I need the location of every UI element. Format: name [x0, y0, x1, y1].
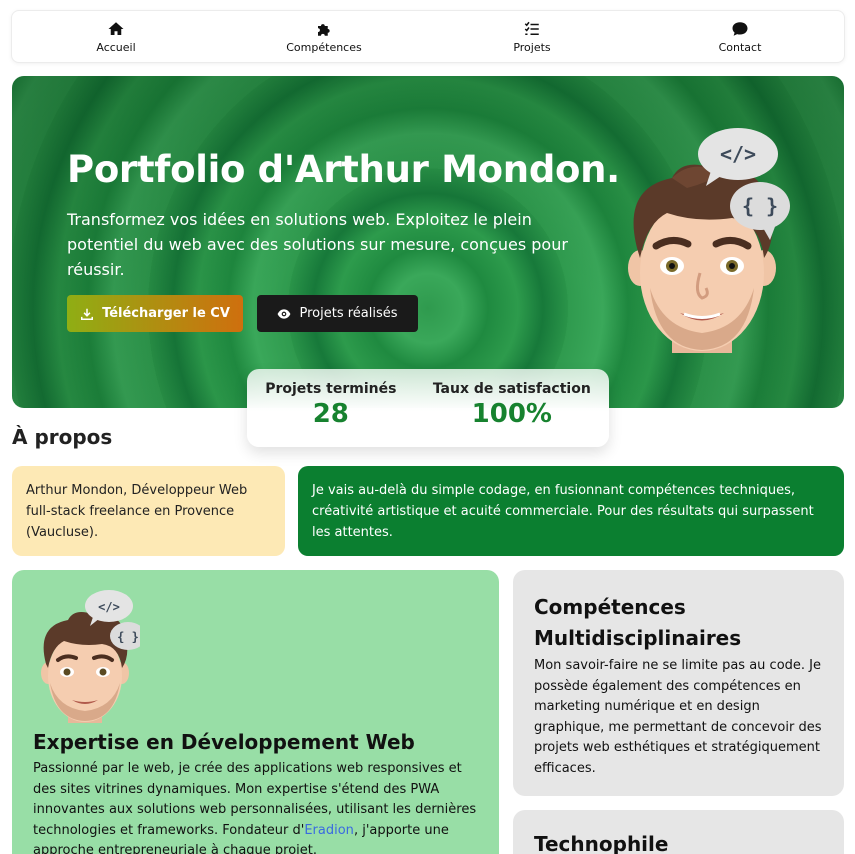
- stat-label: Projets terminés: [265, 381, 397, 397]
- expertise-text: Passionné par le web, je crée des applic…: [33, 759, 488, 854]
- home-icon: [108, 21, 124, 35]
- eye-icon: [278, 308, 291, 319]
- expertise-title: Expertise en Développement Web: [33, 730, 415, 754]
- competences-title: Compétences Multidisciplinaires: [534, 595, 742, 650]
- nav-item-projets[interactable]: Projets: [442, 20, 622, 54]
- stat-value: 100%: [471, 399, 552, 429]
- avatar: </> { }: [41, 590, 140, 723]
- download-cv-label: Télécharger le CV: [102, 306, 230, 321]
- about-intro-text: Arthur Mondon, Développeur Web full-stac…: [26, 483, 248, 540]
- stats-card: Projets terminés 28 Taux de satisfaction…: [247, 369, 609, 447]
- download-icon: [81, 308, 94, 320]
- nav-label: Accueil: [96, 40, 136, 54]
- braces-bubble-text: { }: [117, 630, 139, 644]
- list-check-icon: [524, 21, 539, 35]
- nav-item-competences[interactable]: Compétences: [234, 20, 414, 54]
- hero-subtitle: Transformez vos idées en solutions web. …: [67, 210, 568, 279]
- about-intro-card: Arthur Mondon, Développeur Web full-stac…: [12, 466, 285, 556]
- nav-item-accueil[interactable]: Accueil: [26, 20, 206, 54]
- projects-button[interactable]: Projets réalisés: [257, 295, 418, 332]
- technophile-title: Technophile: [534, 832, 669, 854]
- expertise-card: </> { } Expertise en Développement Web P…: [12, 570, 499, 854]
- top-nav: Accueil Compétences Projets Contact: [11, 10, 845, 63]
- competences-text: Mon savoir-faire ne se limite pas au cod…: [534, 658, 822, 776]
- stat-label: Taux de satisfaction: [432, 381, 591, 397]
- chat-bubble-icon: [732, 21, 748, 36]
- technophile-card: Technophile: [513, 810, 844, 854]
- nav-label: Contact: [718, 40, 762, 54]
- page-title: Portfolio d'Arthur Mondon.: [67, 148, 620, 191]
- about-pitch-text: Je vais au-delà du simple codage, en fus…: [312, 483, 814, 540]
- about-heading: À propos: [12, 425, 113, 449]
- stat-projects: Projets terminés 28: [265, 381, 396, 447]
- download-cv-button[interactable]: Télécharger le CV: [67, 295, 243, 332]
- puzzle-icon: [318, 23, 330, 36]
- stat-satisfaction: Taux de satisfaction 100%: [433, 381, 591, 447]
- braces-bubble-text: { }: [742, 194, 778, 218]
- nav-label: Projets: [513, 40, 551, 54]
- nav-item-contact[interactable]: Contact: [650, 20, 830, 54]
- avatar: </> { }: [628, 128, 790, 353]
- stat-value: 28: [312, 399, 349, 429]
- competences-card: Compétences Multidisciplinaires Mon savo…: [513, 570, 844, 796]
- eradion-link[interactable]: Eradion: [304, 823, 354, 838]
- code-bubble-text: </>: [98, 600, 120, 614]
- hero-banner: Portfolio d'Arthur Mondon. Transformez v…: [12, 76, 844, 408]
- projects-button-label: Projets réalisés: [299, 306, 398, 321]
- about-pitch-card: Je vais au-delà du simple codage, en fus…: [298, 466, 844, 556]
- nav-label: Compétences: [286, 40, 362, 54]
- code-bubble-text: </>: [720, 142, 756, 166]
